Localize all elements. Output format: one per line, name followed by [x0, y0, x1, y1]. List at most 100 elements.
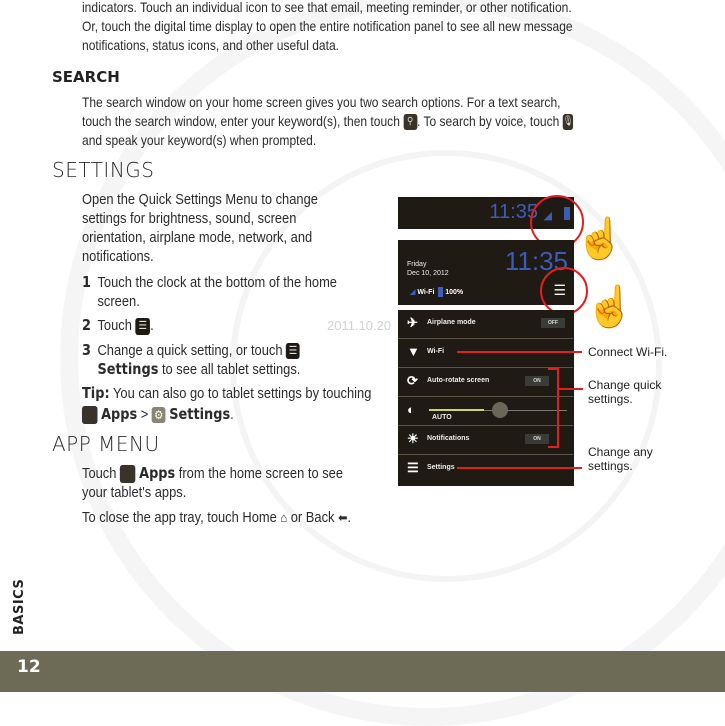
intro-line: Or, touch the digital time display to op… — [82, 18, 573, 34]
step-bold: Settings — [97, 360, 159, 378]
settings-sliders-icon: ☰ — [286, 343, 300, 360]
wifi-label: Wi-Fi — [417, 288, 435, 296]
settings-intro-line: notifications. — [82, 248, 154, 265]
brightness-auto-label[interactable]: AUTO — [432, 414, 452, 421]
settings-intro-line: Open the Quick Settings Menu to change — [82, 191, 318, 208]
step-3: 3 Change a quick setting, or touch ☰ Sett… — [82, 341, 300, 379]
tip-separator: > — [140, 406, 149, 423]
app-menu-close: To close the app tray, touch Home ⌂ or B… — [82, 508, 351, 527]
qs-brightness[interactable]: ◐ AUTO — [398, 397, 573, 426]
brightness-fill — [429, 409, 485, 411]
touch-hand-icon: ☝ — [575, 217, 625, 261]
airplane-toggle[interactable]: OFF — [541, 318, 565, 328]
search-line: The search window on your home screen gi… — [82, 94, 561, 110]
step-1: 1 Touch the clock at the bottom of the ho… — [82, 273, 337, 311]
search-text: touch the search window, enter your keyw… — [82, 113, 400, 129]
qs-auto-rotate[interactable]: ⟳ Auto-rotate screen ON — [398, 368, 573, 397]
footer-bar: 12 — [0, 651, 725, 692]
step-text: Touch — [97, 317, 132, 334]
step-number: 2 — [82, 316, 91, 334]
app-menu-text: Touch — [82, 465, 117, 482]
qs-wifi[interactable]: ▼ Wi-Fi — [398, 339, 573, 368]
rotate-icon: ⟳ — [407, 373, 418, 388]
qs-label: Settings — [427, 464, 455, 471]
qs-label: Notifications — [427, 435, 470, 442]
settings-sliders-icon: ☰ — [407, 460, 419, 475]
battery-label: 100% — [445, 288, 464, 296]
callout-line-settings — [457, 467, 582, 469]
battery-icon — [438, 287, 444, 297]
airplane-icon: ✈ — [407, 315, 418, 330]
step-2: 2 Touch ☰. — [82, 316, 154, 335]
date-label: Dec 10, 2012 — [407, 270, 449, 277]
app-menu-heading: APP MENU — [52, 432, 160, 456]
tip-label: Tip: — [82, 384, 110, 402]
callout-line-wifi — [457, 351, 582, 353]
brightness-slider-thumb[interactable] — [492, 402, 508, 418]
intro-line: indicators. Touch an individual icon to … — [82, 0, 572, 15]
search-heading: SEARCH — [52, 68, 120, 86]
step-number: 1 — [82, 273, 91, 291]
microphone-icon: 🎙 — [562, 114, 574, 131]
highlight-circle — [540, 267, 588, 315]
qs-label: Wi-Fi — [427, 348, 445, 355]
back-icon: ⬅ — [338, 510, 348, 525]
tip-settings: Settings — [169, 405, 231, 423]
tip-text: You can also go to tablet settings by to… — [112, 385, 372, 402]
app-menu-text: from the home screen to see — [178, 465, 344, 482]
callout-bracket — [548, 368, 559, 448]
qs-label: Airplane mode — [427, 319, 476, 326]
settings-intro: Open the Quick Settings Menu to change s… — [82, 190, 318, 266]
settings-intro-line: settings for brightness, sound, screen — [82, 210, 297, 227]
section-label: BASICS — [12, 578, 27, 635]
step-text: screen. — [97, 293, 140, 310]
callout-line-quick — [559, 388, 583, 390]
step-text: to see all tablet settings. — [161, 361, 301, 378]
apps-icon — [120, 465, 136, 484]
step-text: . — [150, 317, 154, 334]
search-line: and speak your keyword(s) when prompted. — [82, 132, 317, 148]
intro-paragraph: indicators. Touch an individual icon to … — [82, 0, 573, 55]
apps-icon — [82, 406, 98, 425]
home-icon: ⌂ — [280, 510, 288, 525]
date-display: Friday Dec 10, 2012 — [407, 260, 449, 278]
app-menu-paragraph: Touch Apps from the home screen to see y… — [82, 464, 343, 502]
callout-line: Change any — [588, 445, 653, 459]
status-row: ◢ Wi-Fi 100% — [410, 287, 463, 297]
search-line: touch the search window, enter your keyw… — [82, 112, 574, 131]
notifications-toggle[interactable]: ON — [525, 434, 549, 444]
touch-hand-icon: ☝ — [585, 285, 635, 329]
qs-airplane[interactable]: ✈ Airplane mode OFF — [398, 310, 573, 339]
step-text: Touch the clock at the bottom of the hom… — [97, 274, 337, 291]
app-menu-text: your tablet's apps. — [82, 484, 187, 502]
qs-notifications[interactable]: ☀ Notifications ON — [398, 426, 573, 455]
notifications-icon: ☀ — [407, 431, 419, 446]
qs-label: Auto-rotate screen — [427, 377, 490, 384]
qs-settings[interactable]: ☰ Settings — [398, 455, 573, 483]
day-label: Friday — [407, 261, 427, 268]
search-text: . To search by voice, touch — [416, 113, 560, 129]
signal-icon: ◢ — [410, 288, 416, 296]
app-menu-text: . — [347, 509, 352, 526]
callout-quick: Change quick settings. — [588, 378, 661, 406]
app-menu-text: or Back — [290, 509, 335, 526]
callout-any: Change any settings. — [588, 445, 653, 473]
settings-sliders-icon: ☰ — [135, 317, 151, 335]
intro-line: notifications, status icons, and other u… — [82, 37, 340, 53]
callout-line: settings. — [588, 392, 633, 406]
watermark-date: 2011.10.20 — [327, 318, 392, 333]
callout-wifi: Connect Wi-Fi. — [588, 345, 668, 359]
auto-rotate-toggle[interactable]: ON — [525, 376, 549, 386]
search-icon: ⚲ — [403, 114, 417, 131]
app-menu-text: To close the app tray, touch Home — [82, 509, 277, 526]
tip-apps: Apps — [101, 405, 138, 423]
callout-line: Change quick — [588, 378, 662, 392]
app-menu-apps: Apps — [139, 464, 176, 482]
wifi-icon: ▼ — [407, 344, 420, 359]
settings-intro-line: orientation, airplane mode, network, and — [82, 229, 313, 246]
tip-end: . — [230, 406, 234, 423]
gear-icon: ⚙ — [151, 407, 166, 424]
brightness-icon: ◐ — [407, 402, 415, 417]
settings-heading: SETTINGS — [52, 158, 155, 182]
tip: Tip: You can also go to tablet settings … — [82, 383, 371, 425]
